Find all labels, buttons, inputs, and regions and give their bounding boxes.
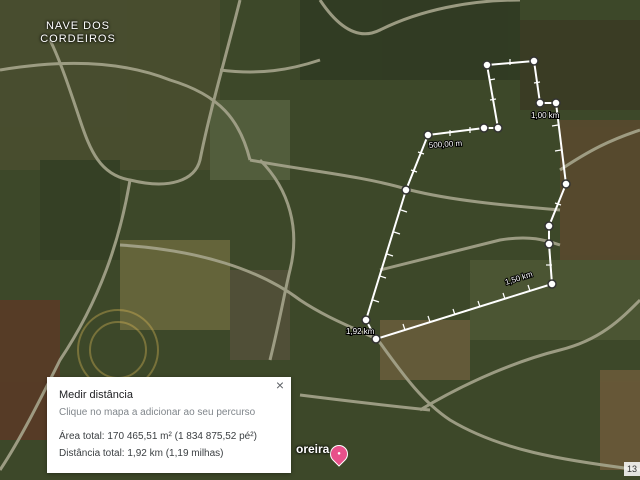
- panel-title: Medir distância: [59, 389, 133, 401]
- measure-point: [371, 334, 381, 344]
- panel-hint: Clique no mapa a adicionar ao seu percur…: [59, 407, 256, 418]
- distance-label-1-92km: 1,92 km: [346, 327, 375, 336]
- close-icon[interactable]: ×: [273, 378, 287, 392]
- measure-point: [551, 98, 561, 108]
- measure-distance-panel: Medir distância Clique no mapa a adicion…: [47, 377, 291, 473]
- map-scale-number: 13: [624, 462, 640, 476]
- measure-point: [423, 130, 433, 140]
- measure-point: [361, 315, 371, 325]
- total-area: Área total: 170 465,51 m² (1 834 875,52 …: [59, 431, 257, 442]
- measure-point: [547, 279, 557, 289]
- measure-point: [535, 98, 545, 108]
- total-distance: Distância total: 1,92 km (1,19 milhas): [59, 448, 224, 459]
- distance-label-1km: 1,00 km: [531, 111, 560, 120]
- distance-label-500m: 500,00 m: [429, 139, 463, 150]
- measure-point: [479, 123, 489, 133]
- measure-point: [561, 179, 571, 189]
- measure-point: [529, 56, 539, 66]
- measure-point: [482, 60, 492, 70]
- measure-point: [544, 239, 554, 249]
- measure-point: [493, 123, 503, 133]
- measure-point: [544, 221, 554, 231]
- satellite-map[interactable]: NAVE DOS CORDEIROS 500,00 m 1,00 km 1,50…: [0, 0, 640, 480]
- distance-label-1-5km: 1,50 km: [504, 269, 534, 286]
- measure-point: [401, 185, 411, 195]
- poi-label[interactable]: oreira: [296, 442, 329, 456]
